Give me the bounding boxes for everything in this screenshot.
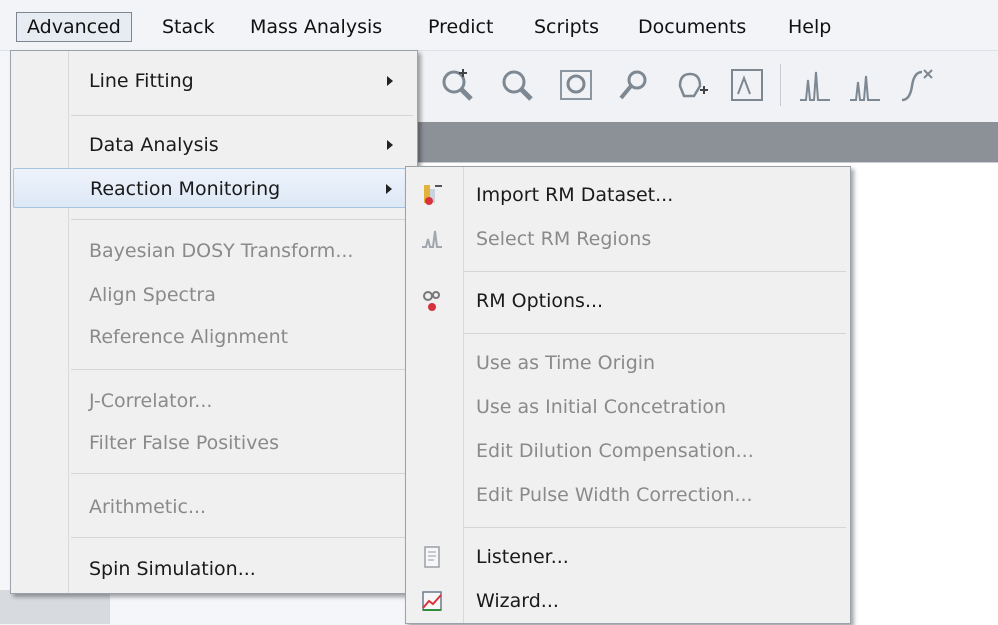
menu-separator: [71, 537, 413, 538]
menu-bar: Advanced Stack Mass Analysis Predict Scr…: [0, 0, 998, 51]
use-as-time-origin-label: Use as Time Origin: [476, 352, 656, 374]
menu-separator: [71, 369, 413, 370]
submenu-arrow-icon: [387, 140, 393, 150]
edit-pulse-width-correction-label: Edit Pulse Width Correction...: [476, 484, 753, 506]
filter-false-positives-item[interactable]: Filter False Positives: [13, 423, 415, 463]
edit-dilution-compensation-label: Edit Dilution Compensation...: [476, 440, 754, 462]
menu-stack[interactable]: Stack: [152, 12, 225, 42]
menu-scripts[interactable]: Scripts: [524, 12, 609, 42]
peak-pick-icon[interactable]: [796, 66, 834, 104]
document-tab-strip: [410, 122, 998, 162]
left-panel-edge: [0, 590, 110, 624]
magic-zoom-icon[interactable]: [615, 66, 653, 104]
import-dataset-icon: [424, 185, 442, 205]
zoom-in-icon[interactable]: [438, 66, 476, 104]
arithmetic-label: Arithmetic...: [89, 496, 207, 518]
j-correlator-item[interactable]: J-Correlator...: [13, 381, 415, 421]
line-fitting-label: Line Fitting: [89, 70, 194, 92]
main-toolbar: [410, 50, 998, 122]
bayesian-dosy-label: Bayesian DOSY Transform...: [89, 240, 354, 262]
listener-item[interactable]: Listener...: [408, 537, 848, 577]
multiplet-icon[interactable]: [846, 66, 884, 104]
import-rm-dataset-label: Import RM Dataset...: [476, 184, 674, 206]
j-correlator-label: J-Correlator...: [89, 390, 213, 412]
wizard-label: Wizard...: [476, 590, 559, 612]
select-regions-icon: [422, 230, 442, 248]
arithmetic-item[interactable]: Arithmetic...: [13, 487, 415, 527]
wizard-item[interactable]: Wizard...: [408, 581, 848, 621]
advanced-menu: Line Fitting Data Analysis Reaction Moni…: [10, 50, 418, 594]
spin-simulation-label: Spin Simulation...: [89, 558, 256, 580]
submenu-arrow-icon: [386, 184, 392, 194]
menu-documents[interactable]: Documents: [628, 12, 756, 42]
menu-help[interactable]: Help: [778, 12, 841, 42]
use-as-time-origin-item[interactable]: Use as Time Origin: [408, 343, 848, 383]
zoom-fit-icon[interactable]: [558, 66, 596, 104]
wizard-icon: [422, 591, 442, 611]
listener-icon: [424, 546, 440, 568]
use-as-initial-concentration-label: Use as Initial Concetration: [476, 396, 727, 418]
spin-simulation-item[interactable]: Spin Simulation...: [13, 549, 415, 589]
filter-false-positives-label: Filter False Positives: [89, 432, 279, 454]
integrate-icon[interactable]: [898, 66, 936, 104]
reference-alignment-label: Reference Alignment: [89, 326, 289, 348]
menu-mass-analysis[interactable]: Mass Analysis: [240, 12, 392, 42]
menu-advanced[interactable]: Advanced: [16, 12, 132, 42]
use-as-initial-concentration-item[interactable]: Use as Initial Concetration: [408, 387, 848, 427]
edit-dilution-compensation-item[interactable]: Edit Dilution Compensation...: [408, 431, 848, 471]
edit-pulse-width-correction-item[interactable]: Edit Pulse Width Correction...: [408, 475, 848, 515]
reaction-monitoring-item[interactable]: Reaction Monitoring: [13, 168, 415, 208]
align-spectra-item[interactable]: Align Spectra: [13, 275, 415, 315]
menu-predict[interactable]: Predict: [418, 12, 503, 42]
toolbar-separator: [780, 64, 781, 106]
reaction-monitoring-label: Reaction Monitoring: [90, 178, 281, 200]
submenu-arrow-icon: [387, 76, 393, 86]
reference-alignment-item[interactable]: Reference Alignment: [13, 317, 415, 357]
data-analysis-item[interactable]: Data Analysis: [13, 125, 415, 165]
menu-separator: [464, 333, 846, 334]
data-analysis-label: Data Analysis: [89, 134, 219, 156]
reaction-monitoring-submenu: Import RM Dataset... Select RM Regions R…: [405, 166, 851, 624]
pan-icon[interactable]: [672, 66, 710, 104]
rm-options-label: RM Options...: [476, 290, 604, 312]
listener-label: Listener...: [476, 546, 569, 568]
menu-separator: [464, 527, 846, 528]
bayesian-dosy-item[interactable]: Bayesian DOSY Transform...: [13, 231, 415, 271]
select-rm-regions-item[interactable]: Select RM Regions: [408, 219, 848, 259]
zoom-out-icon[interactable]: [498, 66, 536, 104]
align-spectra-label: Align Spectra: [89, 284, 216, 306]
rm-options-item[interactable]: RM Options...: [408, 281, 848, 321]
select-rm-regions-label: Select RM Regions: [476, 228, 652, 250]
scale-icon[interactable]: [728, 66, 766, 104]
line-fitting-item[interactable]: Line Fitting: [13, 61, 415, 101]
rm-options-icon: [423, 291, 440, 311]
menu-separator: [71, 115, 413, 116]
import-rm-dataset-item[interactable]: Import RM Dataset...: [408, 175, 848, 215]
menu-separator: [464, 271, 846, 272]
menu-separator: [71, 219, 413, 220]
menu-separator: [71, 473, 413, 474]
